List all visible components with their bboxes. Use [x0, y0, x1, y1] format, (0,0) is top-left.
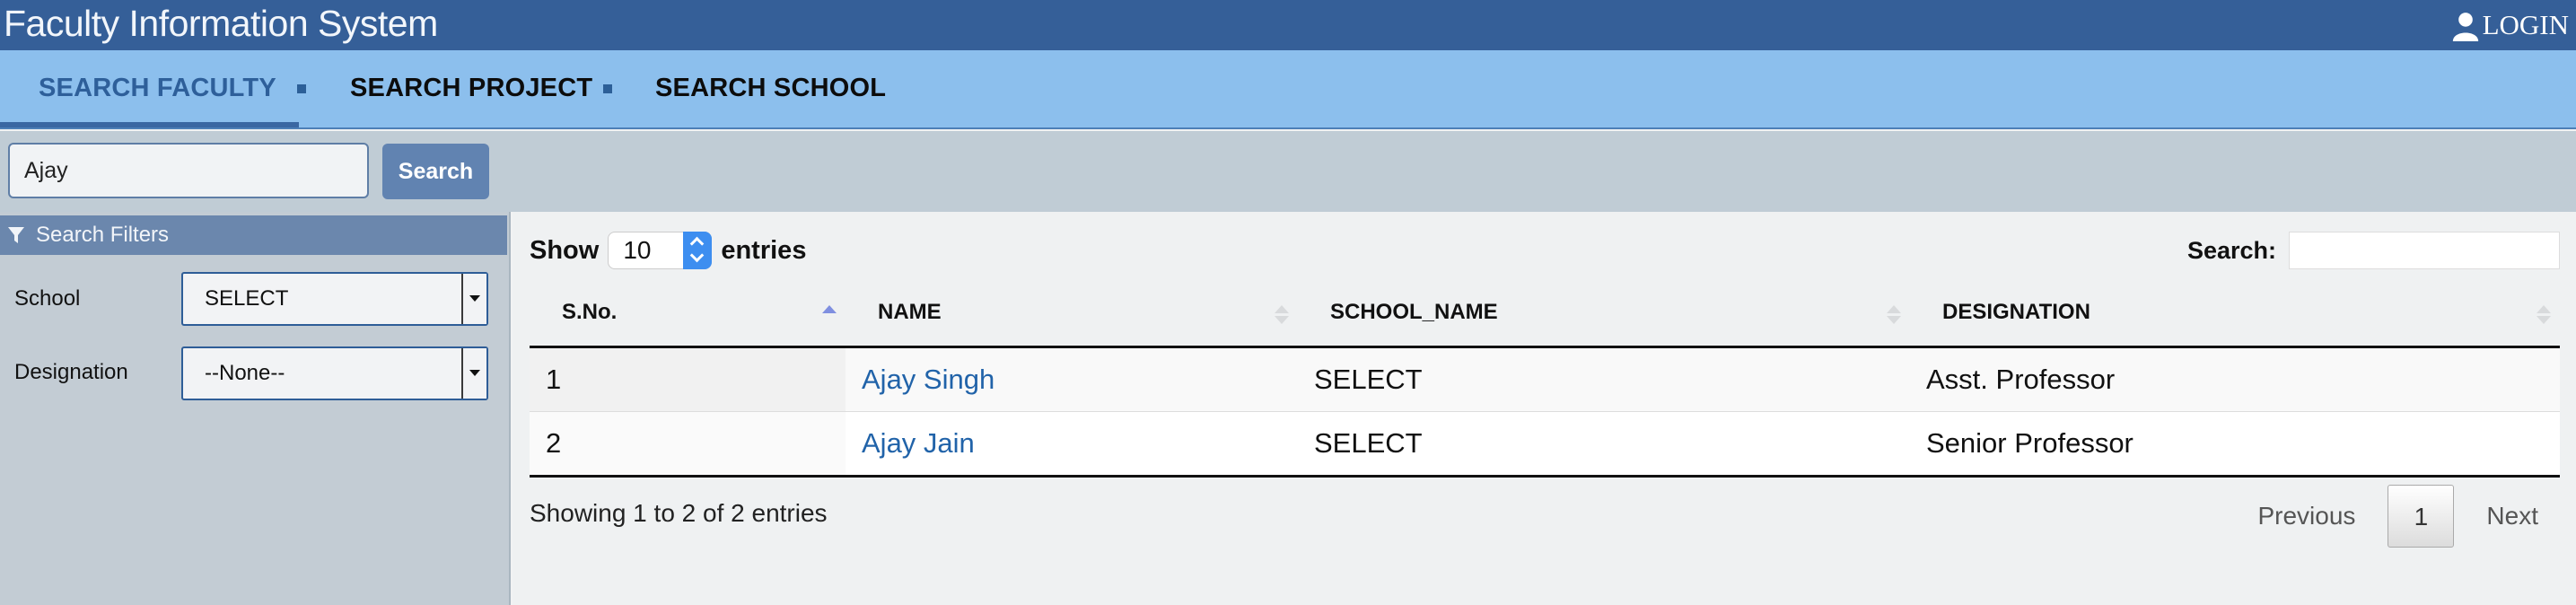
- pagination: Previous 1 Next: [2238, 485, 2558, 548]
- chevron-down-icon: [461, 348, 486, 399]
- user-icon: [2452, 13, 2478, 41]
- faculty-table: S.No. NAME SCHOOL_NAME DESIGNATION 1 Aja…: [530, 280, 2560, 478]
- table-search-input[interactable]: [2289, 232, 2560, 269]
- tab-search-faculty[interactable]: SEARCH FACULTY: [39, 74, 276, 103]
- table-search-label: Search:: [2186, 236, 2276, 264]
- cell-sno: 2: [530, 411, 846, 478]
- faculty-search-input[interactable]: Ajay: [8, 143, 369, 198]
- filter-icon: [8, 227, 24, 243]
- login-link[interactable]: LOGIN: [2450, 9, 2569, 41]
- main-nav: SEARCH FACULTY SEARCH PROJECT SEARCH SCH…: [0, 50, 2576, 129]
- top-bar: Faculty Information System LOGIN: [0, 0, 2576, 50]
- faculty-name-link[interactable]: Ajay Singh: [862, 364, 994, 395]
- cell-school: SELECT: [1298, 411, 1910, 478]
- column-header-school-name[interactable]: SCHOOL_NAME: [1298, 280, 1910, 348]
- sort-icon: [1275, 305, 1289, 324]
- filters-sidebar: Search Filters School SELECT Designation…: [0, 212, 511, 605]
- column-header-label: SCHOOL_NAME: [1330, 300, 1498, 325]
- table-row: 2 Ajay Jain SELECT Senior Professor: [530, 411, 2560, 478]
- table-info: Showing 1 to 2 of 2 entries: [530, 499, 828, 527]
- table-search: Search:: [2187, 232, 2560, 269]
- column-header-designation[interactable]: DESIGNATION: [1910, 280, 2560, 348]
- column-header-label: S.No.: [562, 300, 618, 325]
- page-length-value: 10: [623, 236, 652, 264]
- sort-ascending-icon: [822, 305, 837, 313]
- login-label: LOGIN: [2482, 9, 2569, 40]
- column-header-label: NAME: [878, 300, 942, 325]
- search-filters-title: Search Filters: [36, 223, 170, 247]
- search-button[interactable]: Search: [382, 144, 489, 199]
- previous-page-button[interactable]: Previous: [2238, 485, 2375, 548]
- chevron-down-icon: [461, 274, 486, 324]
- school-select-value: SELECT: [205, 286, 289, 311]
- designation-select[interactable]: --None--: [181, 346, 488, 400]
- page-length-control: Show 10 entries: [530, 232, 806, 269]
- search-bar: Ajay Search: [0, 131, 2576, 212]
- show-label: Show: [530, 235, 600, 265]
- sort-icon: [1887, 305, 1901, 324]
- cell-school: SELECT: [1298, 346, 1910, 412]
- active-tab-indicator: [0, 122, 299, 127]
- cell-designation: Asst. Professor: [1910, 346, 2560, 412]
- column-header-name[interactable]: NAME: [846, 280, 1298, 348]
- next-page-button[interactable]: Next: [2466, 485, 2558, 548]
- school-select[interactable]: SELECT: [181, 272, 488, 326]
- column-header-sno[interactable]: S.No.: [530, 280, 846, 348]
- cell-name: Ajay Jain: [846, 411, 1298, 478]
- table-row: 1 Ajay Singh SELECT Asst. Professor: [530, 346, 2560, 412]
- page-1-button[interactable]: 1: [2388, 485, 2455, 548]
- results-panel: Show 10 entries Search: S.No. NAME SCHOO…: [513, 212, 2576, 605]
- tab-search-school[interactable]: SEARCH SCHOOL: [655, 74, 886, 103]
- stepper-icon: [683, 232, 713, 269]
- column-header-label: DESIGNATION: [1942, 300, 2090, 325]
- page-length-select[interactable]: 10: [608, 232, 713, 269]
- cell-name: Ajay Singh: [846, 346, 1298, 412]
- nav-separator: [603, 84, 612, 93]
- faculty-name-link[interactable]: Ajay Jain: [862, 427, 975, 459]
- cell-designation: Senior Professor: [1910, 411, 2560, 478]
- school-filter-label: School: [14, 286, 81, 311]
- entries-label: entries: [721, 235, 807, 265]
- designation-filter-label: Designation: [14, 360, 128, 384]
- nav-separator: [297, 84, 306, 93]
- tab-search-project[interactable]: SEARCH PROJECT: [350, 74, 592, 103]
- sort-icon: [2537, 305, 2551, 324]
- designation-select-value: --None--: [205, 361, 285, 385]
- cell-sno: 1: [530, 346, 846, 412]
- table-header-row: S.No. NAME SCHOOL_NAME DESIGNATION: [530, 280, 2560, 348]
- search-filters-header[interactable]: Search Filters: [0, 215, 507, 255]
- app-title: Faculty Information System: [4, 3, 438, 44]
